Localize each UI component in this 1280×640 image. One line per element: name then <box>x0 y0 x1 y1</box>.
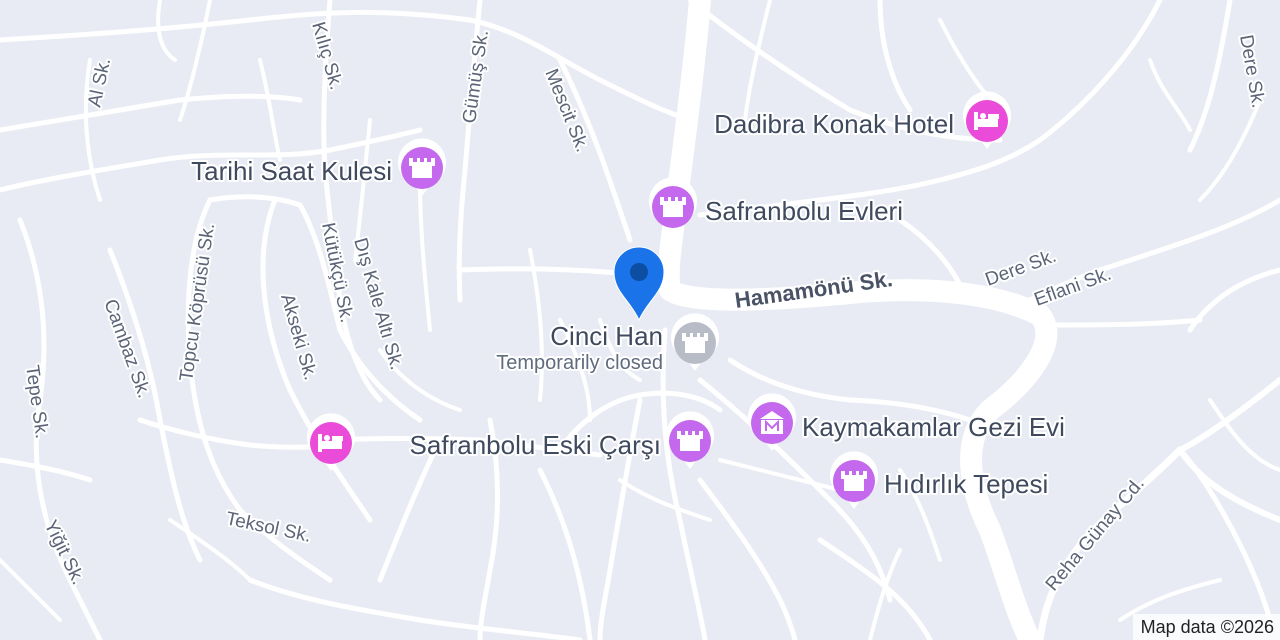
map-canvas[interactable]: Al Sk. Kılıç Sk. Gümüş Sk. Mescit Sk. De… <box>0 0 1280 640</box>
street-label-tepe: Tepe Sk. <box>21 364 52 440</box>
street-label-kutukcu: Kütükçü Sk. <box>317 221 357 325</box>
castle-icon[interactable] <box>649 177 697 235</box>
museum-icon[interactable] <box>748 393 796 451</box>
street-label-kilic: Kılıç Sk. <box>307 20 346 93</box>
castle-icon[interactable] <box>671 313 719 371</box>
castle-icon[interactable] <box>398 138 446 196</box>
street-label-dere-top: Dere Sk. <box>1235 33 1269 109</box>
poi-cinci-han[interactable]: Cinci Han Temporarily closed <box>494 313 719 376</box>
castle-icon[interactable] <box>830 451 878 509</box>
map-attribution: Map data ©2026 <box>1132 614 1280 640</box>
street-label-dis-kale: Dış Kale Altı Sk. <box>349 236 407 373</box>
poi-label-evleri: Safranbolu Evleri <box>705 196 903 226</box>
poi-hidirlik-tepesi[interactable]: Hıdırlık Tepesi <box>830 451 1050 509</box>
poi-label-cinci-han: Cinci Han <box>550 321 663 351</box>
poi-label-dadibra: Dadibra Konak Hotel <box>714 109 954 139</box>
street-label-yigit: Yiğit Sk. <box>40 517 89 588</box>
street-label-topcu: Topcu Köprüsü Sk. <box>176 222 219 383</box>
poi-label-kaymakamlar: Kaymakamlar Gezi Evi <box>802 412 1065 442</box>
poi-label-saat-kulesi: Tarihi Saat Kulesi <box>191 156 392 186</box>
street-label-reha: Reha Günay Cd. <box>1042 473 1149 595</box>
castle-icon[interactable] <box>666 411 714 469</box>
poi-safranbolu-evleri[interactable]: Safranbolu Evleri <box>649 177 905 235</box>
street-label-teksol: Teksol Sk. <box>224 508 313 547</box>
location-pin[interactable] <box>613 246 665 322</box>
poi-status-cinci-han: Temporarily closed <box>496 352 663 374</box>
hotel-icon[interactable] <box>307 413 355 471</box>
street-label-dere-mid: Dere Sk. <box>983 246 1060 291</box>
poi-label-hidirlik: Hıdırlık Tepesi <box>884 469 1048 499</box>
poi-tarihi-saat-kulesi[interactable]: Tarihi Saat Kulesi <box>189 138 446 196</box>
poi-kaymakamlar-gezi-evi[interactable]: Kaymakamlar Gezi Evi <box>748 393 1067 451</box>
street-label-gumus: Gümüş Sk. <box>459 29 493 125</box>
poi-label-eski-carsi: Safranbolu Eski Çarşı <box>410 430 661 460</box>
poi-hotel-west[interactable] <box>307 413 355 471</box>
